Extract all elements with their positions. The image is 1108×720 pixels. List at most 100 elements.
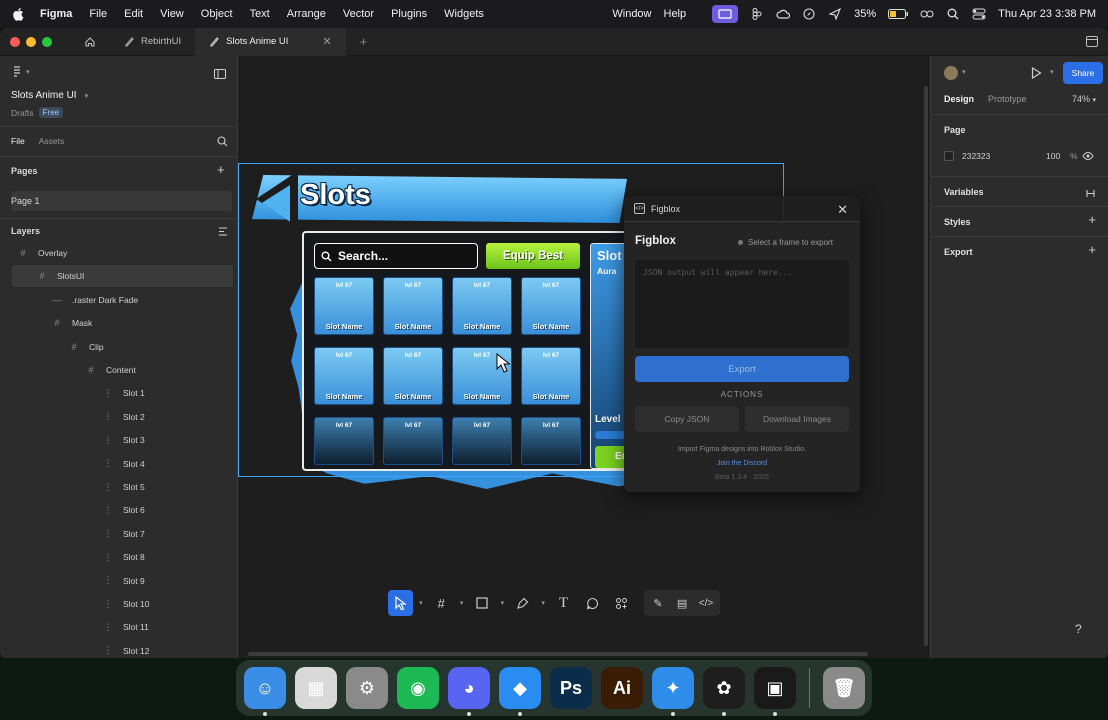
frame-tool-button[interactable]: #: [429, 590, 454, 616]
draw-mode-button[interactable]: ✎: [647, 590, 669, 616]
close-window-button[interactable]: [10, 36, 20, 47]
dock-app-roblox[interactable]: ▣: [754, 667, 796, 716]
present-play-icon[interactable]: [1031, 67, 1042, 79]
figma-status-icon[interactable]: [750, 7, 764, 21]
new-tab-button[interactable]: +: [346, 28, 382, 56]
dock-app-illustrator[interactable]: Ai: [601, 667, 643, 709]
menu-window[interactable]: Window: [612, 8, 651, 20]
sidebar-toggle-icon[interactable]: [1086, 36, 1098, 47]
file-name-row[interactable]: Slots Anime UI ▾: [11, 90, 88, 101]
apple-icon[interactable]: [12, 7, 26, 21]
page-item-1[interactable]: Page 1: [11, 191, 232, 211]
add-style-icon[interactable]: +: [1088, 212, 1096, 227]
variables-settings-icon[interactable]: [1085, 188, 1096, 199]
shape-tool-button[interactable]: [469, 590, 494, 616]
json-output-textarea[interactable]: JSON output will appear here...: [635, 260, 849, 348]
chevron-down-icon[interactable]: ▾: [539, 599, 547, 607]
collapse-layers-icon[interactable]: [218, 227, 228, 236]
chevron-down-icon[interactable]: ▾: [962, 68, 966, 76]
dock-app-system-settings[interactable]: ⚙: [346, 667, 388, 709]
layer-item[interactable]: — .raster Dark Fade: [46, 289, 139, 311]
menu-edit[interactable]: Edit: [124, 8, 143, 20]
menu-object[interactable]: Object: [201, 8, 233, 20]
menu-widgets[interactable]: Widgets: [444, 8, 484, 20]
menu-plugins[interactable]: Plugins: [391, 8, 427, 20]
chevron-down-icon[interactable]: ▾: [499, 599, 507, 607]
menu-text[interactable]: Text: [250, 8, 270, 20]
dock-app-figma[interactable]: ✿: [703, 667, 745, 716]
resources-button[interactable]: [609, 590, 634, 616]
tab-assets[interactable]: Assets: [39, 136, 65, 146]
battery-icon[interactable]: [888, 7, 909, 21]
send-status-icon[interactable]: [828, 7, 842, 21]
layer-item[interactable]: # Mask: [46, 312, 92, 334]
layer-item[interactable]: ⋮ Slot 11: [97, 616, 149, 638]
dock-app-launchpad[interactable]: ▦: [295, 667, 337, 709]
layer-item[interactable]: ⋮ Slot 3: [97, 429, 145, 451]
tab-rebirthui[interactable]: RebirthUI: [110, 28, 195, 56]
eye-icon[interactable]: [1082, 151, 1094, 161]
tab-design[interactable]: Design: [944, 94, 974, 104]
layer-item[interactable]: ⋮ Slot 9: [97, 570, 145, 592]
tab-file[interactable]: File: [11, 136, 25, 146]
dock-app-finder[interactable]: ☺: [244, 667, 286, 716]
tab-slots-anime-ui[interactable]: Slots Anime UI ✕: [195, 28, 346, 56]
close-icon[interactable]: ✕: [837, 202, 848, 218]
minimize-window-button[interactable]: [26, 36, 36, 47]
copy-json-button[interactable]: Copy JSON: [635, 406, 739, 432]
layer-item[interactable]: ⋮ Slot 7: [97, 523, 145, 545]
layer-item[interactable]: ⋮ Slot 1: [97, 382, 145, 404]
control-center-icon[interactable]: [972, 7, 986, 21]
dock-app-trash[interactable]: 🗑: [823, 667, 865, 709]
dev-mode-button[interactable]: </>: [695, 590, 717, 616]
dock-app-roblox-studio[interactable]: ◆: [499, 667, 541, 716]
help-icon[interactable]: ?: [1075, 622, 1082, 636]
dock-app-discord[interactable]: ◕: [448, 667, 490, 716]
share-button[interactable]: Share: [1063, 62, 1103, 84]
creative-cloud-icon[interactable]: [776, 7, 791, 21]
tab-prototype[interactable]: Prototype: [988, 94, 1027, 104]
horizontal-scrollbar[interactable]: [248, 652, 868, 656]
page-opacity[interactable]: 100: [1046, 151, 1070, 161]
layer-item[interactable]: ⋮ Slot 8: [97, 546, 145, 568]
layer-item[interactable]: ⋮ Slot 4: [97, 453, 145, 475]
close-tab-icon[interactable]: ✕: [322, 35, 331, 48]
dock-app-safari[interactable]: ✦: [652, 667, 694, 716]
link-status-icon[interactable]: [920, 7, 934, 21]
menu-vector[interactable]: Vector: [343, 8, 374, 20]
download-images-button[interactable]: Download Images: [745, 406, 849, 432]
screen-share-icon[interactable]: [712, 5, 739, 23]
main-menu-button[interactable]: ▾: [11, 66, 30, 78]
layer-item[interactable]: ⋮ Slot 10: [97, 593, 150, 615]
layer-item[interactable]: ⋮ Slot 12: [97, 640, 150, 658]
avatar[interactable]: [944, 66, 958, 80]
chevron-down-icon[interactable]: ▾: [1050, 68, 1054, 76]
layer-item[interactable]: ⋮ Slot 6: [97, 499, 145, 521]
design-mode-button[interactable]: ▤: [671, 590, 693, 616]
chevron-down-icon[interactable]: ▾: [458, 599, 466, 607]
menu-arrange[interactable]: Arrange: [287, 8, 326, 20]
canvas[interactable]: Slots Search... Equip Best lvl 67 Slot Na…: [238, 56, 930, 658]
export-button[interactable]: Export: [635, 356, 849, 382]
drafts-label[interactable]: Drafts: [11, 108, 34, 118]
menu-app-figma[interactable]: Figma: [40, 8, 72, 20]
search-icon[interactable]: [217, 136, 228, 147]
file-name[interactable]: Slots Anime UI: [11, 90, 77, 101]
home-tab[interactable]: [70, 28, 110, 56]
vertical-scrollbar[interactable]: [924, 86, 928, 646]
layer-item[interactable]: # Content: [80, 359, 135, 381]
comment-tool-button[interactable]: [580, 590, 605, 616]
menu-clock[interactable]: Thu Apr 23 3:38 PM: [998, 8, 1096, 20]
compass-status-icon[interactable]: [802, 7, 816, 21]
layer-item[interactable]: ⋮ Slot 5: [97, 476, 145, 498]
pen-tool-button[interactable]: [510, 590, 535, 616]
zoom-level[interactable]: 74% ▾: [1072, 94, 1096, 104]
text-tool-button[interactable]: T: [551, 590, 576, 616]
discord-link[interactable]: Join the Discord: [624, 460, 860, 467]
layer-item[interactable]: ⋮ Slot 2: [97, 406, 145, 428]
layer-item[interactable]: # Clip: [63, 336, 103, 358]
panel-layout-icon[interactable]: [214, 69, 226, 79]
move-tool-button[interactable]: [388, 590, 414, 616]
menu-view[interactable]: View: [160, 8, 184, 20]
page-color-hex[interactable]: 232323: [962, 151, 1046, 161]
